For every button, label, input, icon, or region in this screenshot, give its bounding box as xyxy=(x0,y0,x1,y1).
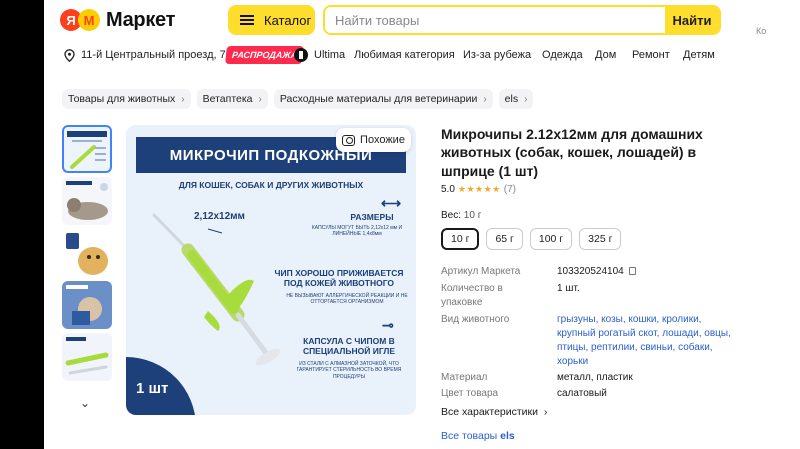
breadcrumb: Товары для животных › Ветаптека › Расходны… xyxy=(62,89,534,109)
logo-text: Маркет xyxy=(106,8,176,31)
ultima-label: Ultima xyxy=(314,49,346,61)
header: Я М Маркет Каталог Найти 11-й Центральны… xyxy=(44,0,756,76)
image-chip-note: НЕ ВЫЗЫВАЮТ АЛЛЕРГИЧЕСКОЙ РЕАКЦИИ И НЕ О… xyxy=(286,293,408,306)
location-pin-icon xyxy=(64,48,75,62)
sale-badge[interactable]: РАСПРОДАЖА xyxy=(225,46,305,64)
variant-option[interactable]: 100 г xyxy=(529,228,573,250)
thumbnail-1[interactable] xyxy=(62,125,112,173)
logo-m-icon: М xyxy=(78,9,100,31)
variant-option[interactable]: 325 г xyxy=(579,228,622,250)
ultima-link[interactable]: Ultima xyxy=(294,44,345,66)
image-capsule-note: ИЗ СТАЛИ С АЛМАЗНОЙ ЗАТОЧКОЙ, ЧТО ГАРАНТ… xyxy=(296,361,402,380)
thumbnail-image xyxy=(62,333,112,381)
right-edge-strip: Ко xyxy=(756,0,800,449)
main-product-image[interactable]: МИКРОЧИП ПОДКОЖНЫЙ ДЛЯ КОШЕК, СОБАК И ДР… xyxy=(126,125,416,415)
spec-key: Цвет товара xyxy=(441,388,499,399)
nav-favorite-category[interactable]: Любимая категория xyxy=(354,44,455,66)
all-characteristics-link[interactable]: Все характеристики › xyxy=(441,406,547,418)
breadcrumb-item[interactable]: Ветаптека › xyxy=(196,89,268,109)
rating[interactable]: 5.0 ★★★★★ (7) xyxy=(441,184,516,195)
breadcrumb-item[interactable]: els › xyxy=(498,89,534,109)
product-page: Я М Маркет Каталог Найти 11-й Центральны… xyxy=(44,0,756,449)
nav-home[interactable]: Дом xyxy=(595,44,616,66)
nav-clothes[interactable]: Одежда xyxy=(542,44,583,66)
thumbnail-image xyxy=(62,281,112,329)
camera-icon xyxy=(342,134,356,146)
nav-kids[interactable]: Детям xyxy=(683,44,715,66)
all-brand-goods-link[interactable]: Все товары els xyxy=(441,430,515,442)
chevron-right-icon: › xyxy=(524,93,528,105)
subnav: 11-й Центральный проезд, 70 РАСПРОДАЖА U… xyxy=(44,44,756,66)
thumbnail-5[interactable] xyxy=(62,333,112,381)
menu-icon xyxy=(240,15,254,25)
similar-label: Похожие xyxy=(360,134,405,146)
nav-abroad[interactable]: Из-за рубежа xyxy=(463,44,531,66)
chevron-right-icon: › xyxy=(540,406,548,418)
breadcrumb-item[interactable]: Товары для животных › xyxy=(62,89,191,109)
ultima-icon xyxy=(294,48,308,62)
spec-value: 1 шт. xyxy=(557,283,580,294)
address-text: 11-й Центральный проезд, 70 xyxy=(81,49,232,61)
chevron-right-icon: › xyxy=(181,93,185,105)
image-capsule-head: КАПСУЛА С ЧИПОМ В СПЕЦИАЛЬНОЙ ИГЛЕ xyxy=(302,336,396,356)
thumbnail-image xyxy=(67,131,107,169)
brand-name: els xyxy=(500,430,515,442)
image-chip-head: ЧИП ХОРОШО ПРИЖИВАЕТСЯ ПОД КОЖЕЙ ЖИВОТНО… xyxy=(274,268,404,288)
spec-key: Количество в упаковке xyxy=(441,283,503,308)
spec-key: Материал xyxy=(441,372,488,383)
thumbnail-3[interactable] xyxy=(62,229,112,277)
chevron-right-icon: › xyxy=(258,93,262,105)
thumbnail-4[interactable] xyxy=(62,281,112,329)
chevron-right-icon: › xyxy=(483,93,487,105)
spec-key: Вид животного xyxy=(441,314,510,325)
image-size-head: РАЗМЕРЫ xyxy=(350,212,394,222)
catalog-button[interactable]: Каталог xyxy=(228,5,315,35)
market-logo[interactable]: Я М Маркет xyxy=(60,9,175,31)
right-strip-text: Ко xyxy=(756,26,767,36)
spec-value: металл, пластик xyxy=(557,372,633,383)
thumbnail-image xyxy=(62,229,112,277)
breadcrumb-item[interactable]: Расходные материалы для ветеринарии › xyxy=(273,89,493,109)
rating-count: (7) xyxy=(503,184,516,195)
thumbnail-list xyxy=(62,125,114,385)
product-title: Микрочипы 2.12х12мм для домашних животны… xyxy=(441,126,703,179)
nav-repair[interactable]: Ремонт xyxy=(632,44,670,66)
variant-option[interactable]: 10 г xyxy=(441,228,480,250)
needle-icon: ⊸ xyxy=(382,317,394,333)
weight-label: Вес: 10 г xyxy=(441,210,482,221)
catalog-label: Каталог xyxy=(264,12,312,28)
star-icon: ★★★★★ xyxy=(457,184,501,194)
size-arrow-icon: ⟷ xyxy=(381,195,402,211)
search-bar: Найти xyxy=(323,5,721,35)
chevron-down-icon[interactable]: ⌄ xyxy=(80,396,90,410)
search-input[interactable] xyxy=(325,7,665,33)
spec-value: 103320524104 xyxy=(557,265,737,279)
spec-value-links[interactable]: грызуны, козы, кошки, кролики, крупный р… xyxy=(557,313,737,369)
similar-button[interactable]: Похожие xyxy=(336,128,411,152)
rating-score: 5.0 xyxy=(441,184,455,195)
thumbnail-image xyxy=(62,177,112,225)
spec-value: салатовый xyxy=(557,388,607,399)
variant-option[interactable]: 65 г xyxy=(486,228,523,250)
delivery-address[interactable]: 11-й Центральный проезд, 70 xyxy=(64,44,232,66)
weight-variants: 10 г 65 г 100 г 325 г xyxy=(441,228,622,250)
thumbnail-2[interactable] xyxy=(62,177,112,225)
search-button[interactable]: Найти xyxy=(665,7,719,33)
spec-key: Артикул Маркета xyxy=(441,266,521,277)
copy-icon[interactable] xyxy=(628,267,636,275)
image-size-note: КАПСУЛЫ МОГУТ БЫТЬ 2,12х12 мм И ЛИНЕЙНЫЕ… xyxy=(311,225,403,238)
weight-value: 10 г xyxy=(463,210,482,221)
